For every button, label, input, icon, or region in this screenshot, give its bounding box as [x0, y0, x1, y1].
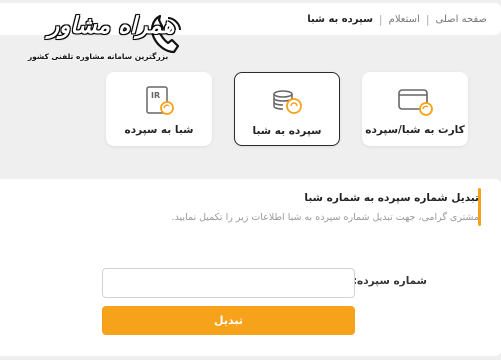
brand-subtitle: بزرگترین سامانه مشاوره تلفنی کشور [27, 52, 169, 61]
breadcrumb-separator: | [425, 12, 430, 26]
deposit-number-label: شماره سپرده: [352, 275, 427, 287]
form-title: تبدیل شماره سپرده به شماره شبا [304, 192, 479, 204]
breadcrumb-inquiry-link[interactable]: استعلام [389, 14, 420, 25]
convert-button[interactable]: تبدیل [102, 306, 355, 335]
coins-exchange-icon [273, 90, 302, 114]
brand-title: همراه مشاور [48, 12, 175, 39]
service-card-label: کارت به شبا/سپرده [365, 124, 465, 136]
service-card-label: شبا به سپرده [124, 124, 194, 136]
card-icon [398, 89, 433, 116]
service-card-iban-to-deposit[interactable]: IR شبا به سپرده [106, 72, 212, 146]
breadcrumb-home-link[interactable]: صفحه اصلی [436, 14, 487, 25]
form-description: مشتری گرامی، جهت تبدیل شماره سپرده به شب… [171, 212, 479, 223]
breadcrumb-current: سپرده به شبا [307, 13, 373, 25]
service-card-card-to-iban[interactable]: کارت به شبا/سپرده [362, 72, 468, 146]
deposit-number-input[interactable] [102, 268, 355, 298]
breadcrumb-separator: | [378, 12, 383, 26]
page: صفحه اصلی | استعلام | سپرده به شبا همراه… [0, 0, 501, 360]
service-card-deposit-to-iban[interactable]: سپرده به شبا [234, 72, 340, 146]
brand-watermark: همراه مشاور بزرگترین سامانه مشاوره تلفنی… [8, 12, 184, 68]
service-card-label: سپرده به شبا [252, 125, 322, 137]
iban-document-icon: IR [146, 86, 174, 115]
svg-text:IR: IR [151, 91, 160, 100]
